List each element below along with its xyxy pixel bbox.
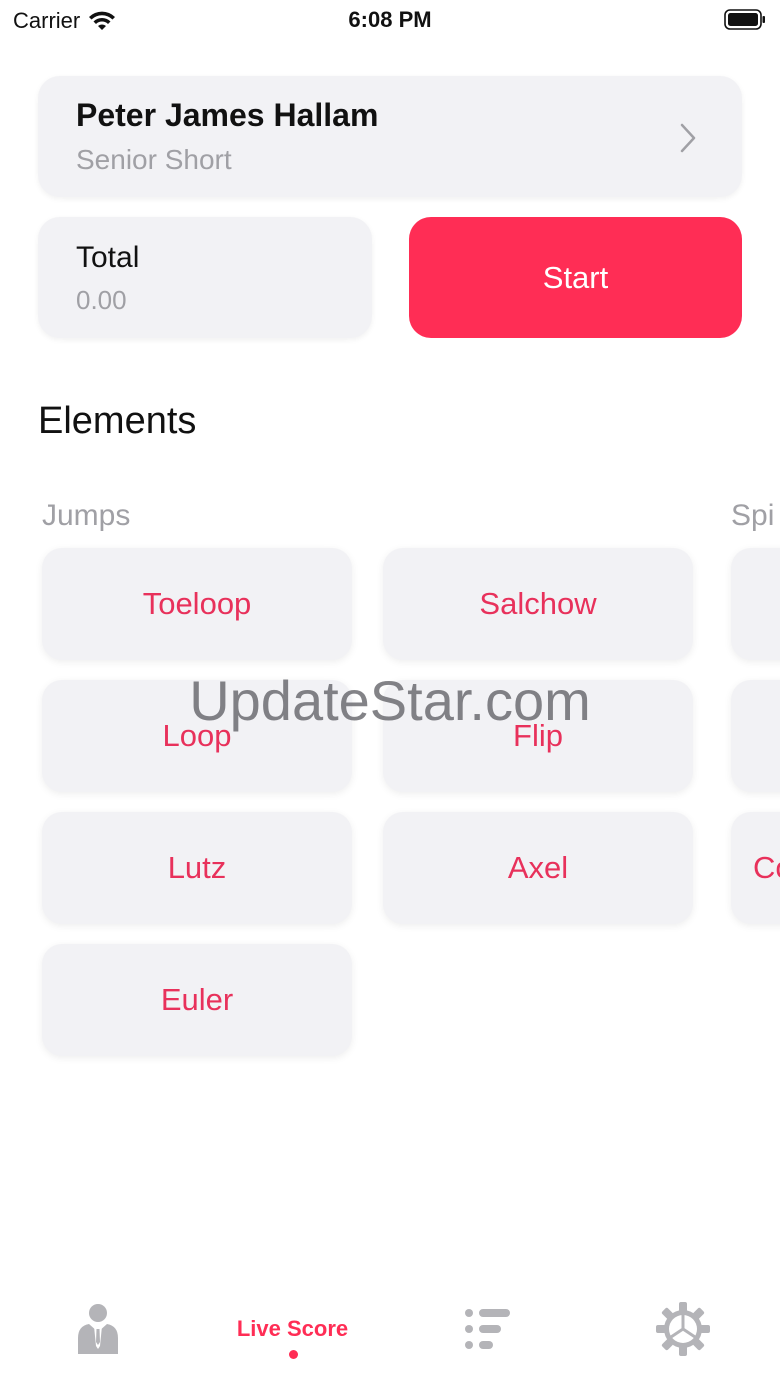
gear-icon: [655, 1301, 710, 1356]
chevron-right-icon: [680, 123, 696, 153]
total-value: 0.00: [76, 285, 127, 315]
total-card: Total 0.00: [38, 217, 372, 338]
tab-skaters[interactable]: [0, 1270, 195, 1387]
element-button-euler[interactable]: Euler: [42, 944, 352, 1056]
element-button-spin-1[interactable]: [731, 548, 780, 660]
element-button-lutz[interactable]: Lutz: [42, 812, 352, 924]
group-label-spins: Spi: [731, 499, 775, 532]
element-button-axel[interactable]: Axel: [383, 812, 693, 924]
list-icon: [464, 1308, 510, 1349]
start-button[interactable]: Start: [409, 217, 742, 338]
tab-live-score-label: Live Score: [236, 1315, 349, 1341]
group-label-jumps: Jumps: [42, 499, 131, 532]
status-bar: Carrier 6:08 PM: [0, 0, 780, 42]
elements-title: Elements: [38, 400, 197, 442]
element-button-toeloop[interactable]: Toeloop: [42, 548, 352, 660]
status-time: 6:08 PM: [348, 7, 432, 32]
active-tab-indicator: [288, 1350, 298, 1359]
skater-card[interactable]: Peter James Hallam Senior Short: [38, 76, 742, 197]
element-button-loop[interactable]: Loop: [42, 680, 352, 792]
tab-live-score[interactable]: Live Score: [195, 1270, 390, 1387]
skater-program: Senior Short: [76, 144, 232, 175]
total-label: Total: [76, 241, 140, 274]
tab-results[interactable]: [390, 1270, 585, 1387]
element-button-salchow[interactable]: Salchow: [383, 548, 693, 660]
tab-settings[interactable]: [585, 1270, 780, 1387]
element-button-spin-2[interactable]: [731, 680, 780, 792]
element-button-flip[interactable]: Flip: [383, 680, 693, 792]
battery-icon: [724, 9, 765, 30]
skater-icon: [77, 1303, 118, 1354]
skater-name: Peter James Hallam: [76, 97, 379, 133]
tab-bar: Live Score: [0, 1270, 780, 1387]
element-button-spin-3[interactable]: Co: [731, 812, 780, 924]
